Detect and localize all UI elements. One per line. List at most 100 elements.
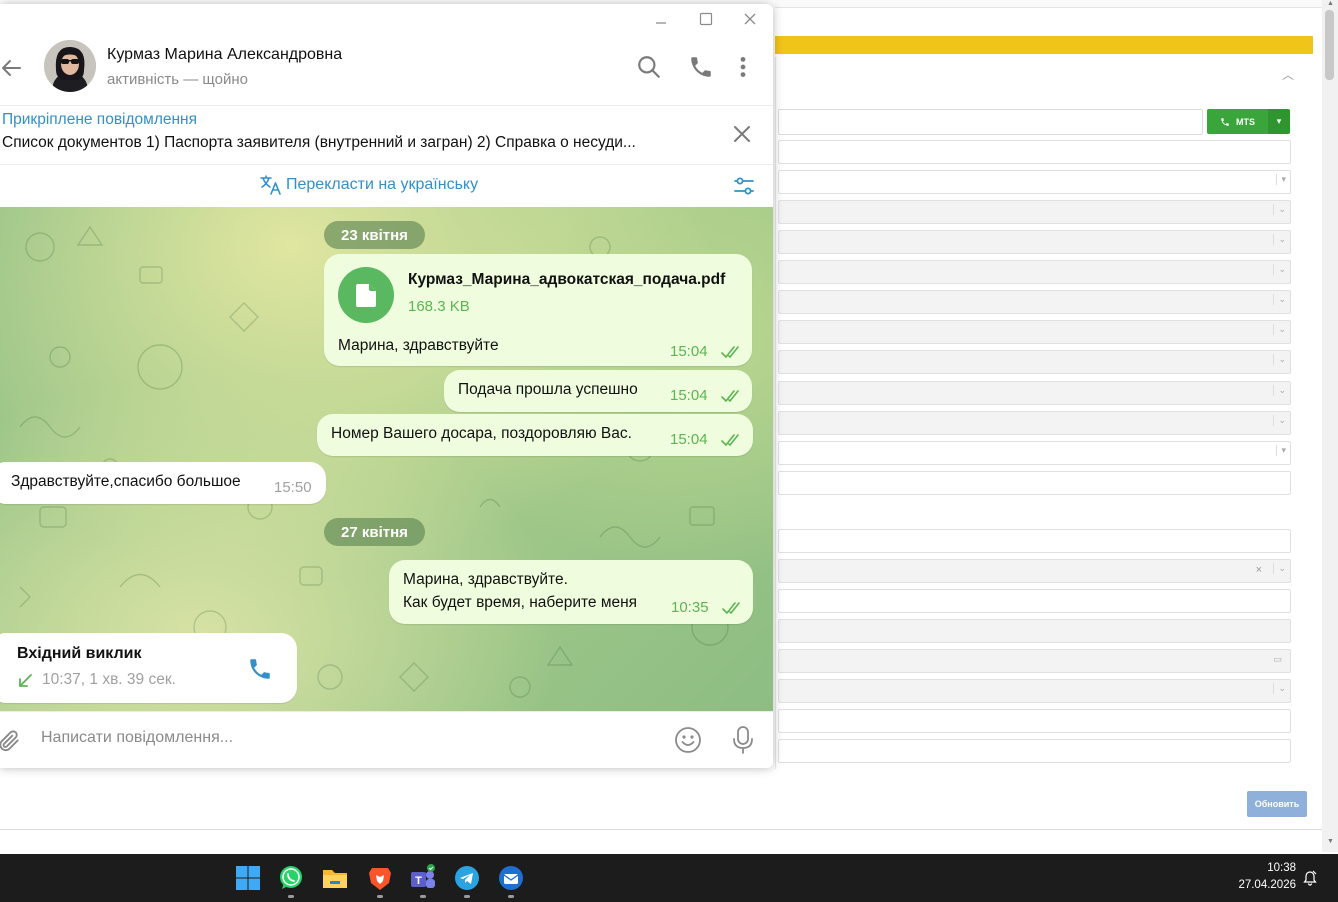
incoming-arrow-icon: [19, 674, 32, 687]
bg-select[interactable]: ⌄: [778, 230, 1291, 254]
update-button[interactable]: Обновить: [1247, 791, 1307, 817]
outgoing-message[interactable]: Подача прошла успешно 15:04: [444, 370, 752, 412]
bg-select[interactable]: ⌄: [778, 260, 1291, 284]
bg-field[interactable]: [778, 709, 1291, 733]
translate-bar[interactable]: Перекласти на українську: [0, 164, 773, 208]
close-pinned-icon[interactable]: [730, 122, 754, 146]
pinned-message-text: Список документов 1) Паспорта заявителя …: [2, 134, 636, 151]
chevron-down-icon: ⌄: [1273, 683, 1286, 694]
chevron-down-icon: ⌄: [1273, 385, 1286, 396]
running-indicator: [508, 895, 514, 898]
collapse-icon[interactable]: ︿: [1282, 66, 1294, 83]
call-detail: 10:37, 1 хв. 39 сек.: [42, 671, 176, 688]
emoji-icon[interactable]: [674, 726, 702, 754]
chat-messages-area[interactable]: 23 квітня Курмаз_Марина_адвокатская_пода…: [0, 207, 773, 711]
double-check-icon: [722, 602, 740, 614]
bg-select[interactable]: × ⌄: [778, 559, 1291, 583]
message-text: Здравствуйте,спасибо большое: [11, 473, 241, 490]
bg-divider: [0, 829, 1322, 830]
file-size: 168.3 KB: [408, 298, 470, 315]
teams-logo: T: [411, 864, 435, 888]
folder-icon: [323, 870, 347, 888]
scrollbar[interactable]: [1322, 0, 1338, 852]
minimize-button[interactable]: [647, 8, 675, 30]
double-check-icon: [721, 434, 739, 446]
date-separator: 27 квітня: [324, 518, 425, 546]
outgoing-message[interactable]: Номер Вашего досара, поздоровляю Вас. 15…: [317, 414, 753, 456]
brave-lion-icon: [369, 868, 391, 890]
bg-date-field[interactable]: ▭: [778, 649, 1291, 673]
avatar[interactable]: [44, 40, 96, 92]
more-menu-icon[interactable]: [730, 54, 756, 80]
clear-icon[interactable]: ×: [1256, 564, 1262, 576]
back-arrow-icon[interactable]: [0, 56, 24, 80]
bg-select[interactable]: ▾: [778, 170, 1291, 194]
call-title: Вхідний виклик: [17, 645, 142, 662]
avatar-image: [44, 40, 96, 92]
double-check-icon: [721, 346, 739, 358]
message-text-line: Как будет время, наберите меня: [403, 594, 638, 611]
incoming-message[interactable]: Здравствуйте,спасибо большое 15:50: [0, 462, 326, 504]
close-window-button[interactable]: [736, 8, 764, 30]
maximize-icon: [699, 12, 713, 26]
attach-icon[interactable]: [0, 728, 22, 754]
translate-settings-icon[interactable]: [732, 174, 756, 198]
bg-select[interactable]: ⌄: [778, 679, 1291, 703]
bg-select[interactable]: ⌄: [778, 200, 1291, 224]
bg-field[interactable]: [778, 619, 1291, 643]
message-text-line: Марина, здравствуйте.: [403, 571, 568, 588]
thunderbird-icon[interactable]: [497, 864, 525, 892]
message-input[interactable]: Написати повідомлення...: [41, 729, 233, 747]
mts-dropdown-caret[interactable]: ▾: [1268, 109, 1290, 134]
brave-browser-icon[interactable]: [366, 864, 394, 892]
bg-select[interactable]: ⌄: [778, 320, 1291, 344]
phone-call-icon[interactable]: [688, 54, 714, 80]
telegram-icon[interactable]: [453, 864, 481, 892]
bg-field[interactable]: [778, 529, 1291, 553]
chat-status: активність — щойно: [107, 71, 248, 88]
bg-select[interactable]: ⌄: [778, 411, 1291, 435]
scroll-up-icon[interactable]: ▲: [1327, 0, 1334, 7]
bg-select[interactable]: ▾: [778, 441, 1291, 465]
outgoing-message[interactable]: Марина, здравствуйте. Как будет время, н…: [389, 560, 753, 624]
call-back-icon[interactable]: [247, 656, 273, 682]
file-download-button[interactable]: [338, 267, 394, 323]
microphone-icon[interactable]: [732, 725, 754, 755]
outgoing-file-message[interactable]: Курмаз_Марина_адвокатская_подача.pdf 168…: [324, 254, 752, 366]
notification-bell-icon[interactable]: [1302, 870, 1318, 886]
incoming-call-message[interactable]: Вхідний виклик 10:37, 1 хв. 39 сек.: [0, 633, 297, 703]
pinned-message-bar[interactable]: Прикріплене повідомлення Список документ…: [0, 105, 773, 165]
message-time: 15:50: [274, 479, 312, 496]
maximize-button[interactable]: [692, 8, 720, 30]
date-separator: 23 квітня: [324, 221, 425, 249]
windows-start-icon[interactable]: [234, 864, 262, 892]
bg-field[interactable]: [778, 739, 1291, 763]
bg-select[interactable]: ⌄: [778, 290, 1291, 314]
file-explorer-icon[interactable]: [321, 864, 349, 892]
translate-label[interactable]: Перекласти на українську: [286, 176, 478, 194]
chevron-down-icon: ⌄: [1273, 563, 1286, 574]
file-name[interactable]: Курмаз_Марина_адвокатская_подача.pdf: [408, 271, 725, 289]
chat-header: Курмаз Марина Александровна активність —…: [0, 34, 773, 102]
scrollbar-thumb[interactable]: [1325, 10, 1334, 80]
chat-title[interactable]: Курмаз Марина Александровна: [107, 46, 342, 64]
clock-time[interactable]: 10:38: [1260, 862, 1296, 874]
search-icon[interactable]: [636, 54, 662, 80]
whatsapp-icon[interactable]: [277, 864, 305, 892]
translate-icon: [260, 175, 281, 195]
message-time: 15:04: [670, 387, 708, 404]
mts-call-button[interactable]: MTS: [1207, 109, 1268, 134]
running-indicator: [288, 895, 294, 898]
teams-icon[interactable]: T: [409, 864, 437, 892]
bg-field[interactable]: [778, 589, 1291, 613]
bg-phone-input[interactable]: [778, 109, 1203, 135]
bg-select[interactable]: ⌄: [778, 381, 1291, 405]
scroll-down-icon[interactable]: ▼: [1327, 838, 1334, 845]
chevron-down-icon: ⌄: [1273, 324, 1286, 335]
close-icon: [744, 13, 756, 25]
bg-field[interactable]: [778, 140, 1291, 164]
bg-field[interactable]: [778, 471, 1291, 495]
clock-date[interactable]: 27.04.2026: [1230, 879, 1296, 891]
bg-select[interactable]: ⌄: [778, 350, 1291, 374]
minimize-icon: [656, 22, 666, 24]
